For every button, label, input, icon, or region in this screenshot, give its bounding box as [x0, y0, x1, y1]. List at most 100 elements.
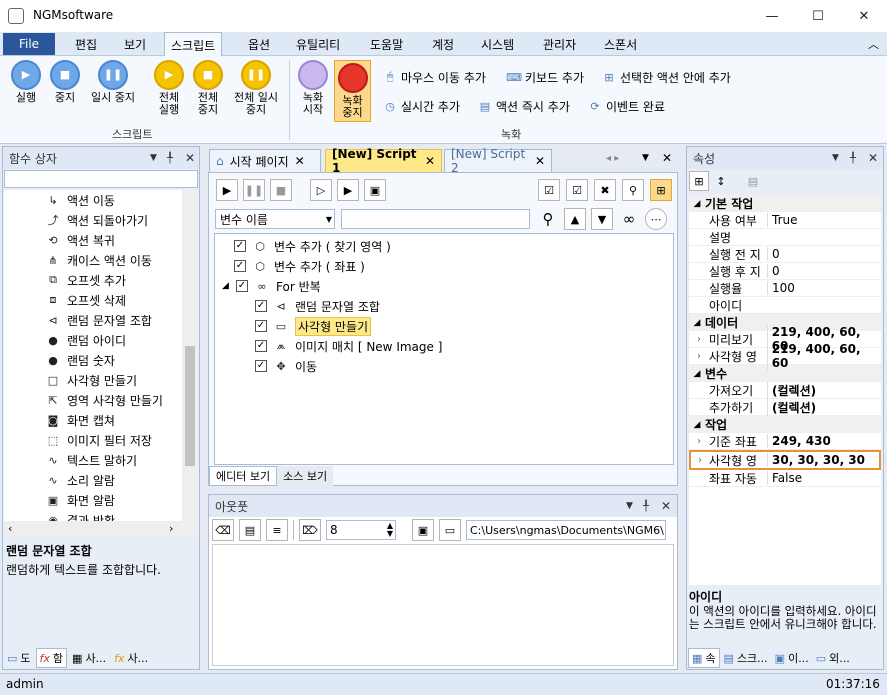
list-item[interactable]: ◉ 결과 반환 — [45, 510, 185, 522]
property-row-selected[interactable]: › 사각형 영 30, 30, 30, 30 — [689, 450, 881, 470]
tab-script[interactable]: 스크립트 — [164, 32, 223, 57]
list-item[interactable]: ∿ 텍스트 말하기 — [45, 450, 185, 470]
category-task[interactable]: ◢ 작업 — [689, 416, 881, 433]
editor-search-input[interactable] — [341, 209, 530, 229]
tree-item[interactable]: ✓ ⊲ 랜덤 문자열 조합 — [255, 296, 442, 316]
tab-admin[interactable]: 관리자 — [537, 32, 582, 56]
tab-account[interactable]: 계정 — [426, 32, 460, 56]
tab-script-1[interactable]: [New] Script 1 ✕ — [325, 147, 442, 175]
property-value[interactable]: 249, 430 — [767, 434, 831, 448]
expand-icon[interactable]: › — [689, 334, 709, 345]
dropdown-icon[interactable]: ▼ — [832, 153, 839, 163]
property-row[interactable]: 좌표 자동 False — [689, 470, 881, 487]
list-icon[interactable]: ≡ — [266, 519, 288, 541]
collapse-ribbon-icon[interactable]: ︿ — [862, 32, 885, 56]
property-row[interactable]: 아이디 — [689, 297, 881, 314]
instant-add-button[interactable]: ▤ 액션 즉시 추가 — [478, 96, 570, 116]
list-item[interactable]: ● 랜덤 숫자 — [45, 350, 185, 370]
close-panel-icon[interactable]: ✕ — [661, 499, 671, 513]
arrow-down-icon[interactable]: ▼ — [591, 208, 613, 230]
log-level-stepper[interactable]: 8 ▲ ▼ — [326, 520, 396, 540]
function-search-input[interactable] — [4, 170, 198, 188]
stepper-arrows-icon[interactable]: ▲ ▼ — [387, 522, 395, 538]
variable-select[interactable]: 변수 이름 ▼ — [215, 209, 335, 229]
tab-scripts[interactable]: ▤ 스크... — [721, 648, 771, 668]
property-value[interactable]: False — [767, 471, 802, 485]
pin-icon[interactable]: ╀ — [167, 153, 173, 164]
check-icon[interactable]: ☑ — [566, 179, 588, 201]
tab-edit[interactable]: 편집 — [69, 32, 103, 56]
checkbox-icon[interactable]: ✓ — [236, 280, 248, 292]
list-item[interactable]: ⊲ 랜덤 문자열 조합 — [45, 310, 185, 330]
list-item[interactable]: ◙ 화면 캡쳐 — [45, 410, 185, 430]
tree-view-icon[interactable]: ⊞ — [650, 179, 672, 201]
tab-functions[interactable]: fx 함 — [35, 648, 68, 668]
save-icon[interactable]: ▣ — [412, 519, 434, 541]
tab-external[interactable]: ▭ 외... — [813, 648, 853, 668]
close-button[interactable]: ✕ — [841, 0, 887, 32]
tree-item[interactable]: ✓ ⬡ 변수 추가 ( 좌표 ) — [234, 256, 442, 276]
pause-all-button[interactable]: ❚❚ 전체 일시 중지 — [228, 60, 284, 116]
file-tab[interactable]: File — [3, 33, 55, 55]
scroll-thumb[interactable] — [185, 346, 195, 466]
list-item[interactable]: ⋔ 캐이스 액션 이동 — [45, 250, 185, 270]
property-row[interactable]: 사용 여부 True — [689, 212, 881, 229]
tab-start-page[interactable]: ⌂ 시작 페이지 ✕ — [209, 149, 321, 172]
expand-icon[interactable]: › — [689, 351, 709, 362]
arrow-up-icon[interactable]: ▲ — [564, 208, 586, 230]
tab-nav-icons[interactable]: ◂ ▸ — [606, 153, 619, 164]
property-value[interactable]: (컬렉션) — [767, 398, 816, 416]
infinity-icon[interactable]: ∞ — [618, 208, 640, 230]
add-mouse-move-button[interactable]: 🖱 마우스 이동 추가 — [383, 67, 486, 87]
close-panel-icon[interactable]: ✕ — [868, 151, 878, 165]
list-item[interactable]: ⧉ 오프셋 추가 — [45, 270, 185, 290]
stop-button[interactable]: ■ 중지 — [45, 60, 85, 104]
close-tab-icon[interactable]: ✕ — [295, 154, 305, 168]
document-search-icon[interactable]: ▤ — [239, 519, 261, 541]
search-icon[interactable]: ⚲ — [622, 179, 644, 201]
property-row[interactable]: 실행 후 지 0 — [689, 263, 881, 280]
close-panel-icon[interactable]: ✕ — [185, 151, 195, 165]
maximize-button[interactable]: ☐ — [795, 0, 841, 32]
close-doc-icon[interactable]: ✕ — [662, 151, 672, 165]
broom-icon[interactable]: ⌫ — [212, 519, 234, 541]
collapse-icon[interactable]: ◢ — [689, 199, 705, 209]
tab-sponsor[interactable]: 스폰서 — [598, 32, 643, 56]
tab-source-view[interactable]: 소스 보기 — [277, 466, 334, 486]
search-icon[interactable]: ⚲ — [537, 208, 559, 230]
property-row[interactable]: 가져오기 (컬렉션) — [689, 381, 881, 399]
horizontal-scrollbar[interactable]: ‹ › — [4, 521, 198, 538]
run-all-button[interactable]: ▶ 전체 실행 — [149, 60, 189, 116]
event-complete-button[interactable]: ⟳ 이벤트 완료 — [588, 96, 665, 116]
scroll-right-icon[interactable]: › — [169, 522, 173, 535]
record-stop-button[interactable]: 녹화 중지 — [334, 60, 371, 122]
property-value[interactable]: 30, 30, 30, 30 — [767, 453, 865, 467]
property-value[interactable]: 0 — [767, 264, 780, 278]
categorized-icon[interactable]: ⊞ — [689, 171, 709, 191]
tab-images[interactable]: ▣ 이... — [772, 648, 812, 668]
property-value[interactable]: 100 — [767, 281, 795, 295]
eraser-icon[interactable]: ⌦ — [299, 519, 321, 541]
close-tab-icon[interactable]: ✕ — [425, 154, 435, 168]
checkbox-icon[interactable]: ✓ — [255, 340, 267, 352]
expand-icon[interactable]: › — [689, 436, 709, 447]
tab-options[interactable]: 옵션 — [242, 32, 276, 56]
pin-icon[interactable]: ╀ — [643, 501, 649, 512]
tab-editor-view[interactable]: 에디터 보기 — [209, 466, 278, 486]
folder-icon[interactable]: ▭ — [439, 519, 461, 541]
more-icon[interactable]: ⋯ — [645, 208, 667, 230]
list-item[interactable]: ⬚ 이미지 필터 저장 — [45, 430, 185, 450]
property-row[interactable]: › 기준 좌표 249, 430 — [689, 433, 881, 450]
play-icon[interactable]: ▶ — [216, 179, 238, 201]
pin-icon[interactable]: ╀ — [850, 153, 856, 164]
record-start-button[interactable]: 녹화 시작 — [295, 60, 331, 116]
property-row[interactable]: 실행 전 지 0 — [689, 246, 881, 263]
tab-view[interactable]: 보기 — [118, 32, 152, 56]
list-item[interactable]: ▣ 화면 알람 — [45, 490, 185, 510]
checkbox-icon[interactable]: ✓ — [255, 300, 267, 312]
property-row[interactable]: 추가하기 (컬렉션) — [689, 398, 881, 416]
checkbox-icon[interactable]: ✓ — [255, 360, 267, 372]
tab-system[interactable]: 시스템 — [475, 32, 520, 56]
dropdown-icon[interactable]: ▼ — [642, 153, 649, 163]
output-log-area[interactable] — [212, 544, 674, 666]
